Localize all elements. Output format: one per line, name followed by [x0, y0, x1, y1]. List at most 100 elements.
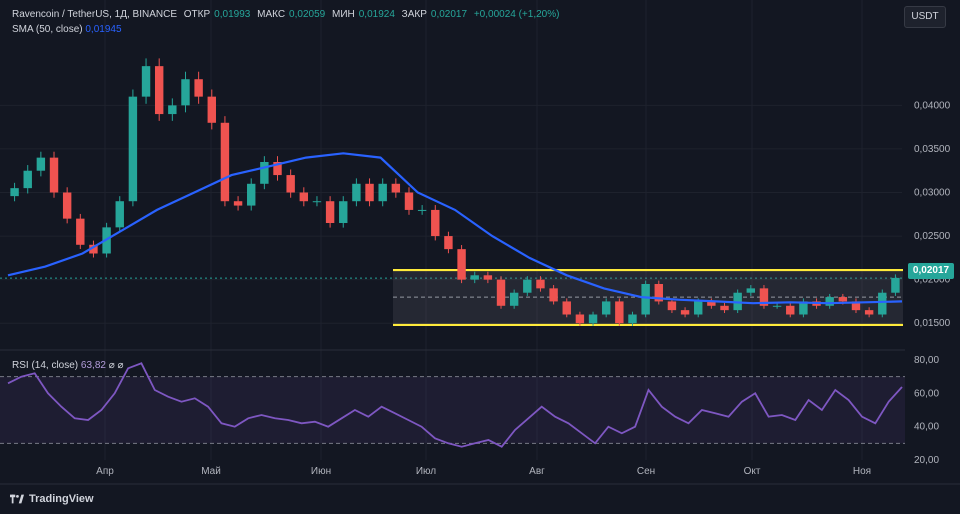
candle-body	[536, 279, 545, 289]
candle-body	[154, 66, 164, 115]
sma-legend[interactable]: SMA (50, close) 0,01945	[12, 24, 122, 35]
candle-body	[720, 305, 729, 311]
time-tick-label: Май	[201, 466, 221, 477]
candle-body	[601, 301, 611, 315]
time-tick-label: Апр	[96, 466, 114, 477]
price-tick-label: 0,03000	[914, 188, 951, 199]
high-value: 0,02059	[289, 9, 326, 20]
candle-body	[444, 236, 453, 250]
candle-body	[233, 201, 243, 206]
time-tick-label: Июл	[416, 466, 436, 477]
candle-body	[181, 79, 190, 106]
brand-name: TradingView	[29, 493, 94, 505]
sma-label: SMA (50, close)	[12, 24, 83, 35]
candle-body	[312, 201, 322, 203]
candle-body	[641, 284, 650, 315]
close-label: ЗАКР	[401, 9, 427, 20]
candle-body	[667, 301, 677, 311]
candle-body	[483, 275, 493, 280]
time-axis: Апр Май Июн Июл Авг Сен Окт Ноя	[96, 466, 871, 477]
rsi-tick-label: 20,00	[914, 455, 939, 466]
candle-body	[496, 279, 506, 306]
candle-body	[36, 157, 46, 171]
candle-body	[49, 157, 59, 193]
low-label: МИН	[331, 9, 355, 20]
candle-body	[575, 314, 585, 324]
rsi-tick-label: 80,00	[914, 355, 939, 366]
candle-body	[549, 288, 558, 302]
rsi-value: 63,82	[80, 360, 106, 371]
candle-body	[115, 201, 124, 228]
price-tick-label: 0,02500	[914, 231, 951, 242]
current-price-tag: 0,02017	[908, 263, 954, 279]
rsi-tick-label: 60,00	[914, 388, 939, 399]
rsi-tick-label: 40,00	[914, 422, 939, 433]
candle-body	[864, 310, 874, 315]
candle-body	[62, 192, 72, 219]
close-value: 0,02017	[430, 9, 468, 20]
candle-body	[23, 170, 32, 189]
change-value: +0,00024 (+1,20%)	[473, 9, 560, 20]
visibility-icons[interactable]: ⌀ ⌀	[109, 360, 124, 371]
sma-value: 0,01945	[85, 24, 122, 35]
candle-body	[694, 301, 703, 315]
candle-body	[417, 209, 427, 211]
price-tick-label: 0,04000	[914, 100, 951, 111]
candle-body	[365, 183, 374, 202]
candle-body	[260, 162, 269, 184]
price-tick-label: 0,01500	[914, 318, 951, 329]
time-tick-label: Июн	[311, 466, 331, 477]
candle-body	[523, 279, 532, 293]
candle-body	[286, 175, 295, 193]
candle-body	[457, 249, 466, 280]
candle-body	[470, 275, 479, 280]
candle-body	[194, 79, 203, 97]
candle-body	[207, 96, 216, 123]
rsi-label: RSI (14, close)	[12, 360, 79, 371]
high-label: МАКС	[257, 9, 286, 20]
candle-body	[615, 301, 624, 324]
candle-body	[391, 183, 401, 193]
price-axis: 0,015000,020000,025000,030000,035000,040…	[914, 100, 951, 329]
candle-body	[339, 201, 348, 223]
candle-body	[141, 66, 151, 97]
time-tick-label: Ноя	[853, 466, 871, 477]
candle-body	[680, 310, 690, 315]
open-value: 0,01993	[214, 9, 251, 20]
candle-body	[838, 297, 848, 302]
symbol-header: Ravencoin / TetherUS, 1Д, BINANCE ОТКР 0,…	[12, 9, 563, 20]
tradingview-icon	[10, 494, 24, 504]
candle-body	[352, 183, 361, 202]
candle-body	[404, 192, 414, 210]
candle-body	[299, 192, 309, 202]
rsi-band	[0, 376, 905, 444]
candle-body	[168, 105, 177, 115]
candle-body	[628, 314, 637, 324]
rsi-pane	[0, 362, 905, 448]
candle-body	[128, 96, 138, 202]
candle-body	[325, 201, 335, 223]
low-value: 0,01924	[358, 9, 395, 20]
candle-body	[891, 277, 900, 293]
symbol-title[interactable]: Ravencoin / TetherUS, 1Д, BINANCE	[12, 9, 177, 20]
rsi-axis: 20,00 40,00 60,00 80,00	[914, 355, 939, 466]
candle-body	[247, 183, 256, 206]
chart-canvas[interactable]: 0,015000,020000,025000,030000,035000,040…	[0, 0, 960, 514]
candle-body	[786, 305, 795, 315]
candle-body	[431, 209, 440, 237]
candle-body	[772, 305, 782, 307]
candle-body	[562, 301, 571, 315]
open-label: ОТКР	[183, 9, 211, 20]
candle-body	[76, 218, 85, 245]
time-tick-label: Сен	[637, 466, 655, 477]
currency-button[interactable]: USDT	[904, 6, 946, 28]
tradingview-logo[interactable]: TradingView	[10, 493, 94, 505]
candle-body	[746, 288, 756, 293]
candle-body	[220, 122, 230, 202]
candle-body	[378, 183, 387, 202]
time-tick-label: Окт	[744, 466, 761, 477]
time-tick-label: Авг	[529, 466, 545, 477]
rsi-legend[interactable]: RSI (14, close) 63,82 ⌀ ⌀	[12, 360, 124, 371]
candle-body	[509, 292, 519, 306]
candle-body	[878, 292, 887, 315]
